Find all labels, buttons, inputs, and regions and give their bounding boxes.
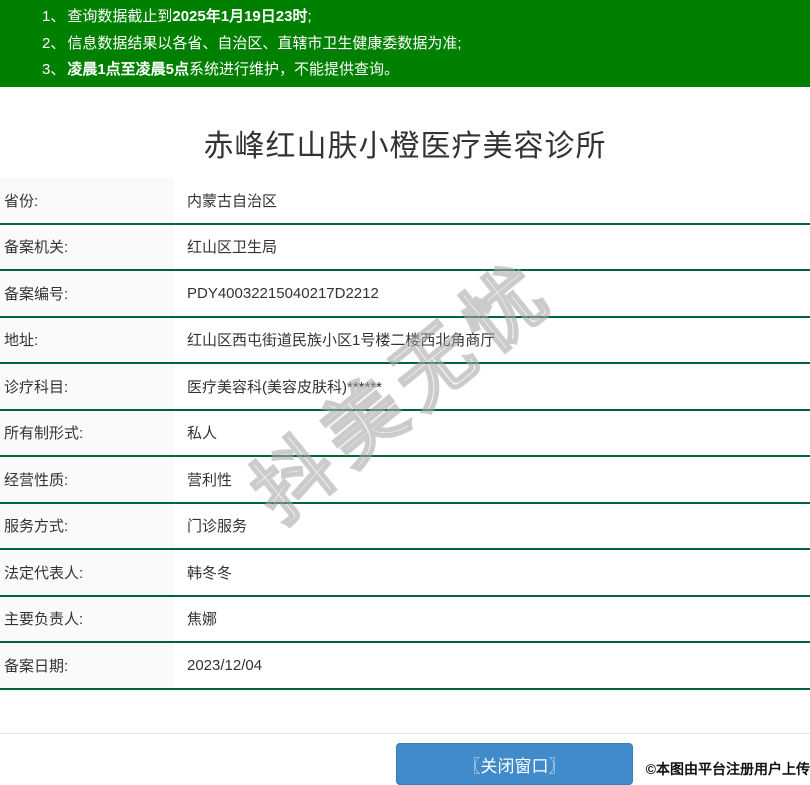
notice-line-2: 2、 信息数据结果以各省、自治区、直辖市卫生健康委数据为准;	[42, 31, 810, 58]
row-label: 备案机关:	[0, 224, 174, 269]
notice-line-number: 1、	[42, 8, 66, 25]
table-row-principal-person: 主要负责人: 焦娜	[0, 596, 810, 643]
notice-banner: 1、 查询数据截止到2025年1月19日23时; 2、 信息数据结果以各省、自治区、…	[0, 0, 810, 87]
row-value: 营利性	[187, 471, 233, 489]
row-value: 韩冬冬	[187, 564, 233, 582]
registration-info-table: 省份: 内蒙古自治区 备案机关: 红山区卫生局 备案编号: PDY4003221…	[0, 178, 810, 690]
notice-line-1: 1、 查询数据截止到2025年1月19日23时;	[42, 4, 810, 31]
notice-line-3: 3、 凌晨1点至凌晨5点系统进行维护，不能提供查询。	[42, 57, 810, 84]
notice-text-bold: 凌晨1点至凌晨5点	[67, 61, 190, 78]
notice-line-number: 3、	[42, 61, 66, 78]
row-label: 经营性质:	[0, 457, 174, 502]
row-value: 2023/12/04	[187, 656, 263, 674]
table-row-filing-authority: 备案机关: 红山区卫生局	[0, 224, 810, 271]
row-label: 诊疗科目:	[0, 364, 174, 409]
row-value: 红山区西屯街道民族小区1号楼二楼西北角商厅	[187, 332, 496, 350]
attribution-watermark: ©本图由平台注册用户上传	[645, 761, 810, 777]
table-row-filing-date: 备案日期: 2023/12/04	[0, 643, 810, 690]
row-label: 备案日期:	[0, 643, 174, 688]
table-row-ownership-form: 所有制形式: 私人	[0, 410, 810, 457]
row-label: 主要负责人:	[0, 596, 174, 641]
notice-text: 查询数据截止到	[67, 8, 173, 25]
row-value: 内蒙古自治区	[187, 192, 278, 210]
close-window-button[interactable]: 〖关闭窗口〗	[396, 743, 633, 785]
row-label: 地址:	[0, 317, 174, 362]
row-value: 焦娜	[187, 611, 218, 629]
notice-line-number: 2、	[42, 34, 66, 52]
row-value: 红山区卫生局	[187, 239, 278, 257]
row-label: 法定代表人:	[0, 550, 174, 595]
row-value: PDY40032215040217D2212	[187, 284, 379, 302]
row-value: 私人	[187, 425, 218, 443]
table-row-service-mode: 服务方式: 门诊服务	[0, 503, 810, 550]
footer-divider	[0, 733, 810, 734]
table-row-business-nature: 经营性质: 营利性	[0, 457, 810, 504]
table-row-address: 地址: 红山区西屯街道民族小区1号楼二楼西北角商厅	[0, 317, 810, 364]
row-label: 服务方式:	[0, 503, 174, 548]
table-row-legal-representative: 法定代表人: 韩冬冬	[0, 550, 810, 597]
notice-text: 系统进行维护，不能提供查询。	[189, 61, 400, 78]
table-row-filing-number: 备案编号: PDY40032215040217D2212	[0, 271, 810, 318]
row-value: 医疗美容科(美容皮肤科)******	[187, 378, 383, 396]
notice-text: ;	[307, 8, 312, 25]
row-label: 备案编号:	[0, 271, 174, 316]
notice-text-bold: 2025年1月19日23时	[172, 8, 308, 25]
row-label: 所有制形式:	[0, 410, 174, 455]
page-title: 赤峰红山肤小橙医疗美容诊所	[203, 130, 607, 163]
row-label: 省份:	[0, 178, 174, 223]
table-row-province: 省份: 内蒙古自治区	[0, 178, 810, 225]
row-value: 门诊服务	[187, 518, 248, 536]
table-row-treatment-subjects: 诊疗科目: 医疗美容科(美容皮肤科)******	[0, 364, 810, 411]
notice-text: 信息数据结果以各省、自治区、直辖市卫生健康委数据为准;	[67, 34, 462, 52]
